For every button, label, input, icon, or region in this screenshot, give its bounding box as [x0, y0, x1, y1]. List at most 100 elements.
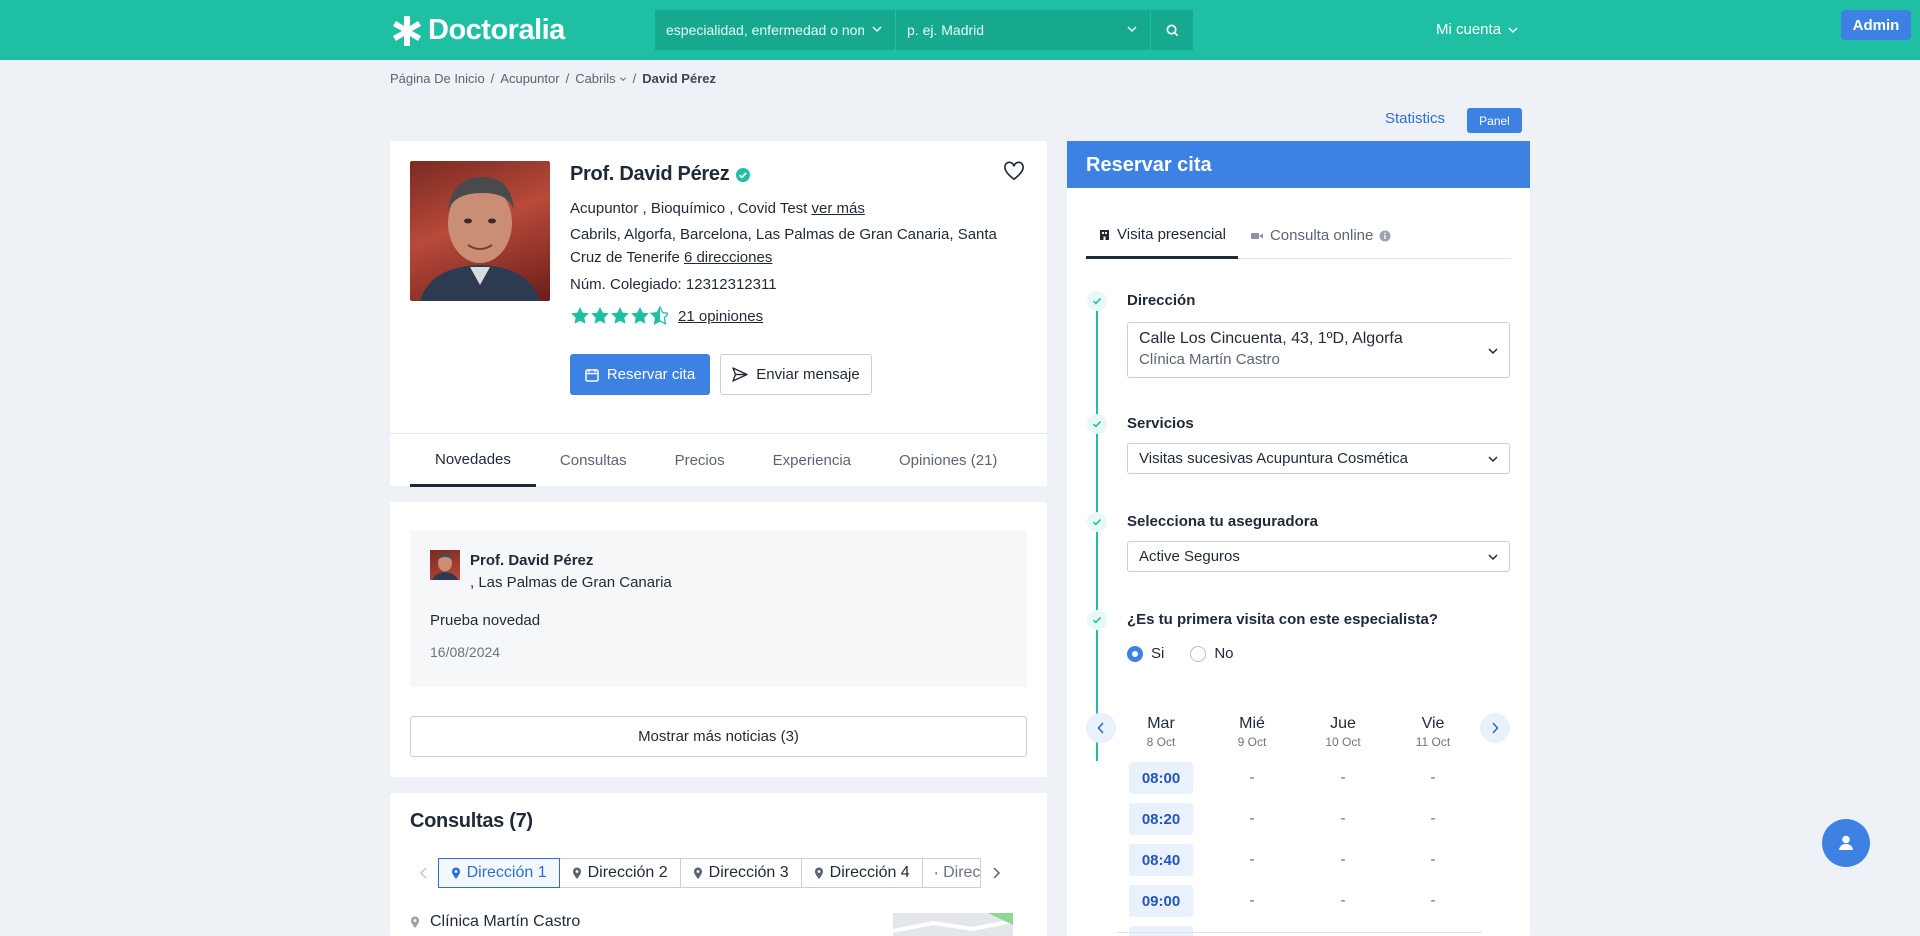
doctor-avatar-image	[432, 553, 458, 580]
empty-slot: -	[1430, 892, 1436, 909]
booking-title: Reservar cita	[1067, 141, 1530, 188]
tab-novedades[interactable]: Novedades	[410, 434, 536, 487]
time-slot[interactable]: 08:00	[1129, 762, 1193, 794]
day-name: Vie	[1421, 715, 1445, 732]
breadcrumb-specialty[interactable]: Acupuntor	[500, 71, 559, 86]
empty-slot: -	[1249, 810, 1255, 827]
chevron-left-icon	[1097, 722, 1104, 734]
doctor-locations: Cabrils, Algorfa, Barcelona, Las Palmas …	[570, 223, 1030, 269]
address-tabs-prev-button[interactable]	[410, 858, 439, 888]
address-tab-3[interactable]: Dirección 3	[679, 858, 802, 888]
step-complete-icon	[1087, 610, 1107, 630]
tab-opiniones[interactable]: Opiniones (21)	[875, 434, 1021, 487]
user-icon	[1839, 835, 1853, 850]
calendar-icon	[585, 368, 599, 382]
radio-yes-label: Si	[1151, 645, 1165, 662]
address-tab-label: Dirección 4	[829, 864, 910, 881]
address-tab-4[interactable]: Dirección 4	[800, 858, 923, 888]
time-slot[interactable]: 08:40	[1129, 844, 1193, 876]
empty-slot: -	[1340, 851, 1346, 868]
empty-slot: -	[1340, 892, 1346, 909]
specialty-search-input[interactable]: especialidad, enfermedad o nombre	[655, 10, 896, 50]
breadcrumb-home[interactable]: Página De Inicio	[390, 71, 485, 86]
breadcrumb-city[interactable]: Cabrils	[575, 71, 626, 86]
address-step-label: Dirección	[1127, 292, 1196, 309]
info-icon[interactable]	[1379, 230, 1391, 242]
search-button[interactable]	[1151, 10, 1193, 50]
map-pin-icon	[451, 867, 460, 879]
booking-tabs: Visita presencial Consulta online	[1086, 212, 1511, 259]
services-select[interactable]: Visitas sucesivas Acupuntura Cosmética	[1127, 443, 1510, 474]
time-slot[interactable]: 09:00	[1129, 885, 1193, 917]
logo-text: Doctoralia	[428, 13, 565, 46]
book-appointment-label: Reservar cita	[606, 366, 696, 383]
tab-consultas[interactable]: Consultas	[536, 434, 651, 487]
addresses-link[interactable]: 6 direcciones	[684, 249, 772, 266]
empty-slot: -	[1249, 892, 1255, 909]
video-camera-icon	[1250, 232, 1263, 239]
day-date: 11 Oct	[1415, 735, 1451, 749]
statistics-link[interactable]: Statistics	[1385, 110, 1445, 127]
day-name: Mar	[1147, 715, 1175, 732]
news-item: Prof. David Pérez , Las Palmas de Gran C…	[410, 530, 1027, 687]
user-help-fab[interactable]	[1822, 819, 1870, 867]
time-slot[interactable]: 08:20	[1129, 803, 1193, 835]
logo-icon	[393, 16, 421, 46]
address-tabs-next-button[interactable]	[981, 858, 1010, 888]
radio-yes[interactable]	[1127, 645, 1143, 662]
calendar-next-button[interactable]	[1480, 713, 1510, 743]
calendar-day-column: Vie 11 Oct	[1393, 715, 1473, 749]
address-tabs: Dirección 1 Dirección 2 Dirección 3 Dire…	[410, 858, 1010, 888]
map-image	[892, 913, 1014, 933]
day-name: Mié	[1239, 715, 1265, 732]
address-select-value: Calle Los Cincuenta, 43, 1ºD, Algorfa	[1139, 330, 1403, 347]
doctor-specialties: Acupuntor , Bioquímico , Covid Test ver …	[570, 197, 865, 220]
insurer-select[interactable]: Active Seguros	[1127, 541, 1510, 572]
calendar-prev-button[interactable]	[1086, 713, 1116, 743]
location-search-input[interactable]: p. ej. Madrid	[896, 10, 1151, 50]
favorite-heart-icon[interactable]	[1003, 161, 1025, 181]
empty-slot: -	[1430, 851, 1436, 868]
empty-slot: -	[1340, 769, 1346, 786]
address-select[interactable]: Calle Los Cincuenta, 43, 1ºD, Algorfa Cl…	[1127, 322, 1510, 378]
show-more-news-button[interactable]: Mostrar más noticias (3)	[410, 716, 1027, 757]
license-number: Núm. Colegiado: 12312312311	[570, 276, 777, 293]
tab-in-person-visit[interactable]: Visita presencial	[1086, 212, 1238, 259]
tab-precios[interactable]: Precios	[651, 434, 749, 487]
day-date: 10 Oct	[1325, 735, 1361, 749]
doctoralia-logo[interactable]: Doctoralia	[390, 14, 565, 46]
step-complete-icon	[1087, 512, 1107, 532]
radio-no[interactable]	[1190, 645, 1207, 662]
panel-button[interactable]: Panel	[1467, 108, 1522, 133]
insurer-step-label: Selecciona tu aseguradora	[1127, 513, 1318, 530]
address-tab-2[interactable]: Dirección 2	[558, 858, 681, 888]
address-tab-1[interactable]: Dirección 1	[437, 858, 560, 888]
address-tab-5[interactable]: Direc	[921, 858, 982, 888]
map-thumbnail[interactable]	[892, 913, 1014, 936]
send-message-label: Enviar mensaje	[756, 366, 860, 383]
see-more-link[interactable]: ver más	[812, 200, 865, 217]
day-name: Jue	[1330, 715, 1356, 732]
news-author: Prof. David Pérez	[470, 552, 594, 569]
tab-experiencia[interactable]: Experiencia	[749, 434, 875, 487]
address-tab-label: Dirección 3	[708, 864, 789, 881]
reviews-link[interactable]: 21 opiniones	[678, 308, 763, 325]
step-complete-icon	[1087, 414, 1107, 434]
chevron-down-icon	[1488, 348, 1498, 355]
tab-online-consultation[interactable]: Consulta online	[1238, 212, 1403, 259]
time-slot-partial[interactable]	[1129, 926, 1193, 936]
insurer-select-value: Active Seguros	[1139, 548, 1240, 565]
consultations-title: Consultas (7)	[410, 810, 533, 832]
empty-slot: -	[1340, 810, 1346, 827]
chevron-down-icon	[1127, 26, 1137, 33]
account-menu[interactable]: Mi cuenta	[1436, 21, 1519, 38]
map-pin-icon	[693, 867, 702, 879]
day-date: 9 Oct	[1237, 735, 1267, 749]
book-appointment-button[interactable]: Reservar cita	[570, 354, 710, 395]
check-icon	[1092, 421, 1102, 428]
first-visit-radio-group: Si No	[1127, 645, 1234, 662]
send-message-button[interactable]: Enviar mensaje	[720, 354, 872, 395]
admin-button[interactable]: Admin	[1841, 10, 1911, 40]
send-icon	[732, 367, 748, 382]
empty-slot: -	[1430, 810, 1436, 827]
